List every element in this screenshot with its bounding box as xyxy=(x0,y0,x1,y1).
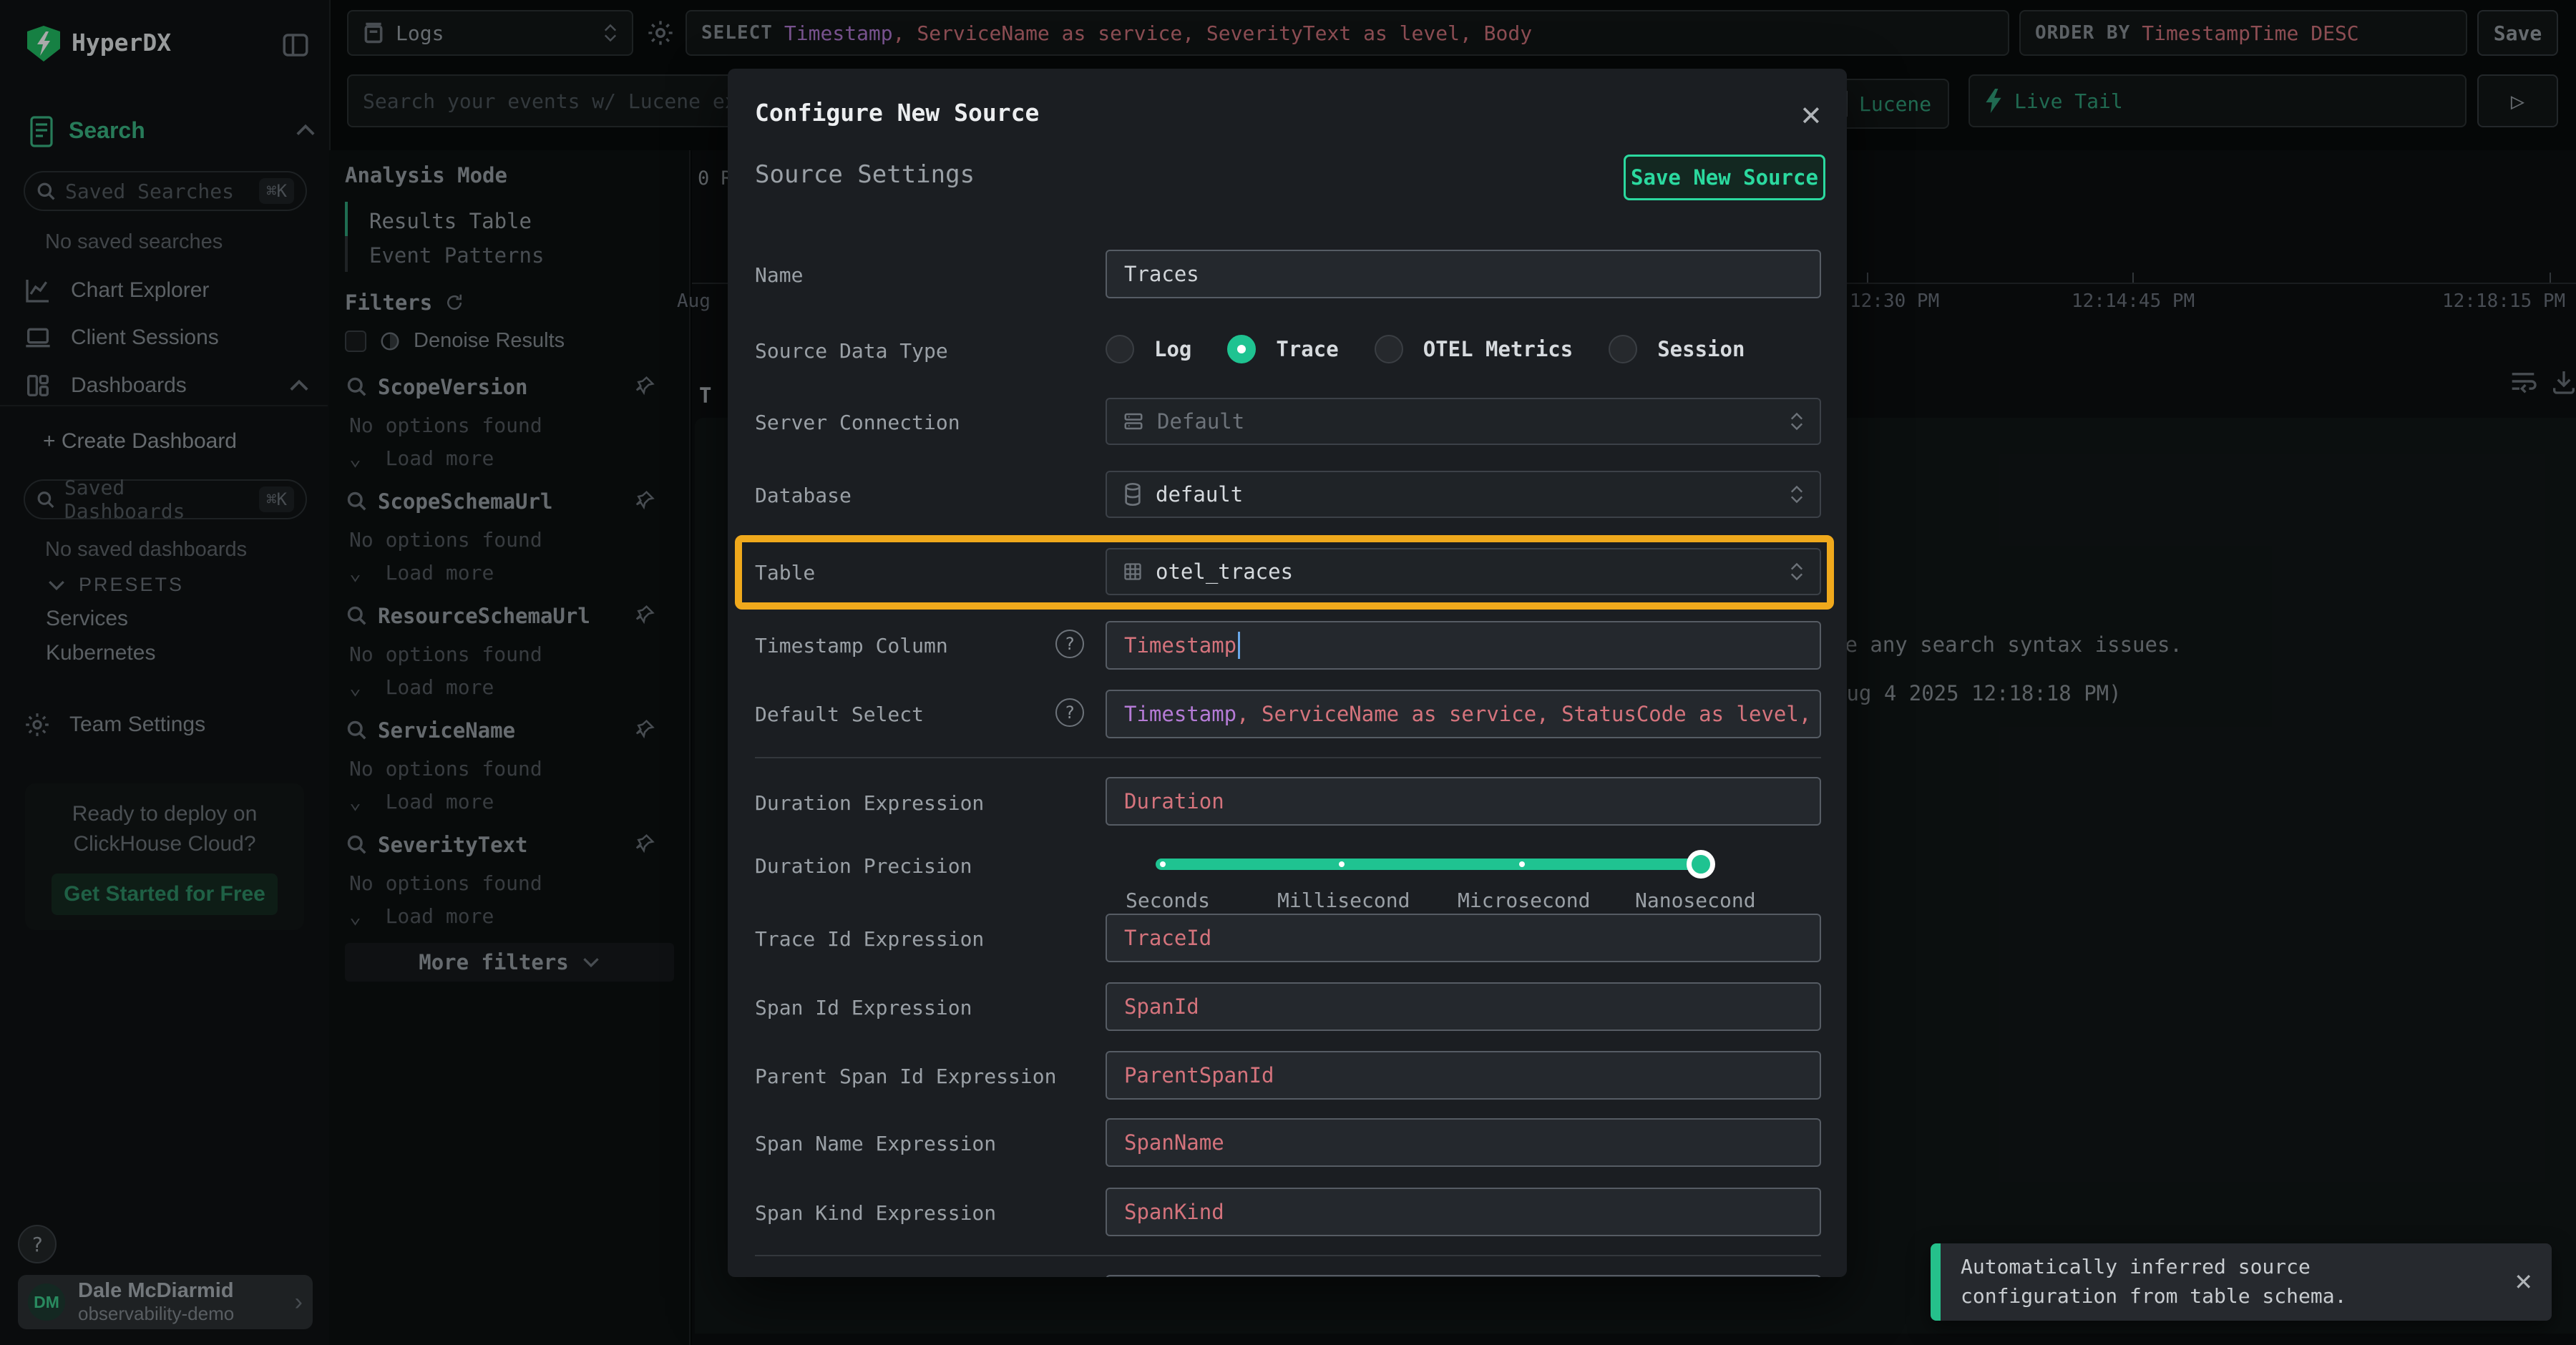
section-divider xyxy=(755,1255,1821,1256)
slider-mark xyxy=(1519,861,1525,867)
timestamp-column-label: Timestamp Column xyxy=(755,634,948,657)
server-connection-label: Server Connection xyxy=(755,411,960,434)
radio-log-label[interactable]: Log xyxy=(1154,337,1191,361)
radio-otel-metrics-label[interactable]: OTEL Metrics xyxy=(1423,337,1574,361)
server-icon xyxy=(1123,411,1144,432)
radio-trace[interactable] xyxy=(1227,335,1256,363)
text-cursor xyxy=(1238,632,1240,659)
select-chevrons-icon xyxy=(1790,412,1804,431)
slider-mark xyxy=(1339,861,1345,867)
precision-slider-track[interactable] xyxy=(1156,859,1710,870)
precision-option-nanosecond[interactable]: Nanosecond xyxy=(1635,889,1756,912)
table-icon xyxy=(1123,562,1143,582)
precision-option-millisecond[interactable]: Millisecond xyxy=(1277,889,1410,912)
clipped-input[interactable] xyxy=(1106,1275,1821,1277)
span-id-input[interactable]: SpanId xyxy=(1106,982,1821,1031)
span-id-label: Span Id Expression xyxy=(755,996,972,1019)
trace-id-label: Trace Id Expression xyxy=(755,927,984,951)
select-chevrons-icon xyxy=(1790,562,1804,581)
trace-id-input[interactable]: TraceId xyxy=(1106,914,1821,962)
slider-thumb[interactable] xyxy=(1687,850,1715,879)
toast-close-icon[interactable]: ✕ xyxy=(2514,1268,2533,1296)
toast-accent-bar xyxy=(1931,1243,1941,1321)
parent-span-id-input[interactable]: ParentSpanId xyxy=(1106,1051,1821,1100)
radio-session[interactable] xyxy=(1609,335,1637,363)
radio-session-label[interactable]: Session xyxy=(1657,337,1745,361)
radio-otel-metrics[interactable] xyxy=(1375,335,1403,363)
radio-trace-label[interactable]: Trace xyxy=(1276,337,1338,361)
toast-message: Automatically inferred source configurat… xyxy=(1961,1253,2462,1311)
section-title: Source Settings xyxy=(755,160,975,189)
source-type-label: Source Data Type xyxy=(755,339,948,363)
precision-option-seconds[interactable]: Seconds xyxy=(1126,889,1210,912)
save-new-source-button[interactable]: Save New Source xyxy=(1624,155,1825,200)
precision-option-microsecond[interactable]: Microsecond xyxy=(1458,889,1590,912)
radio-log[interactable] xyxy=(1106,335,1134,363)
duration-expression-input[interactable]: Duration xyxy=(1106,777,1821,826)
span-kind-input[interactable]: SpanKind xyxy=(1106,1188,1821,1236)
default-select-label: Default Select xyxy=(755,703,924,726)
slider-mark xyxy=(1160,861,1166,867)
span-name-label: Span Name Expression xyxy=(755,1132,996,1155)
duration-precision-label: Duration Precision xyxy=(755,854,972,878)
select-chevrons-icon xyxy=(1790,485,1804,504)
help-icon[interactable]: ? xyxy=(1055,698,1084,727)
modal-title: Configure New Source xyxy=(755,99,1039,127)
span-name-input[interactable]: SpanName xyxy=(1106,1118,1821,1167)
help-icon[interactable]: ? xyxy=(1055,630,1084,658)
name-input[interactable]: Traces xyxy=(1106,250,1821,298)
table-label: Table xyxy=(755,561,815,585)
default-select-input[interactable]: Timestamp, ServiceName as service, Statu… xyxy=(1106,690,1821,738)
name-label: Name xyxy=(755,263,803,287)
database-icon xyxy=(1123,483,1143,506)
database-select[interactable]: default xyxy=(1106,471,1821,518)
parent-span-id-label: Parent Span Id Expression xyxy=(755,1065,1056,1088)
timestamp-column-input[interactable]: Timestamp xyxy=(1106,621,1821,670)
span-kind-label: Span Kind Expression xyxy=(755,1201,996,1225)
database-label: Database xyxy=(755,484,852,507)
configure-source-modal: Configure New Source ✕ Source Settings S… xyxy=(728,69,1847,1277)
section-divider xyxy=(755,757,1821,758)
duration-expression-label: Duration Expression xyxy=(755,791,984,815)
table-select[interactable]: otel_traces xyxy=(1106,548,1821,595)
toast-notification: Automatically inferred source configurat… xyxy=(1931,1243,2552,1321)
server-connection-select[interactable]: Default xyxy=(1106,398,1821,445)
close-icon[interactable]: ✕ xyxy=(1800,100,1823,132)
